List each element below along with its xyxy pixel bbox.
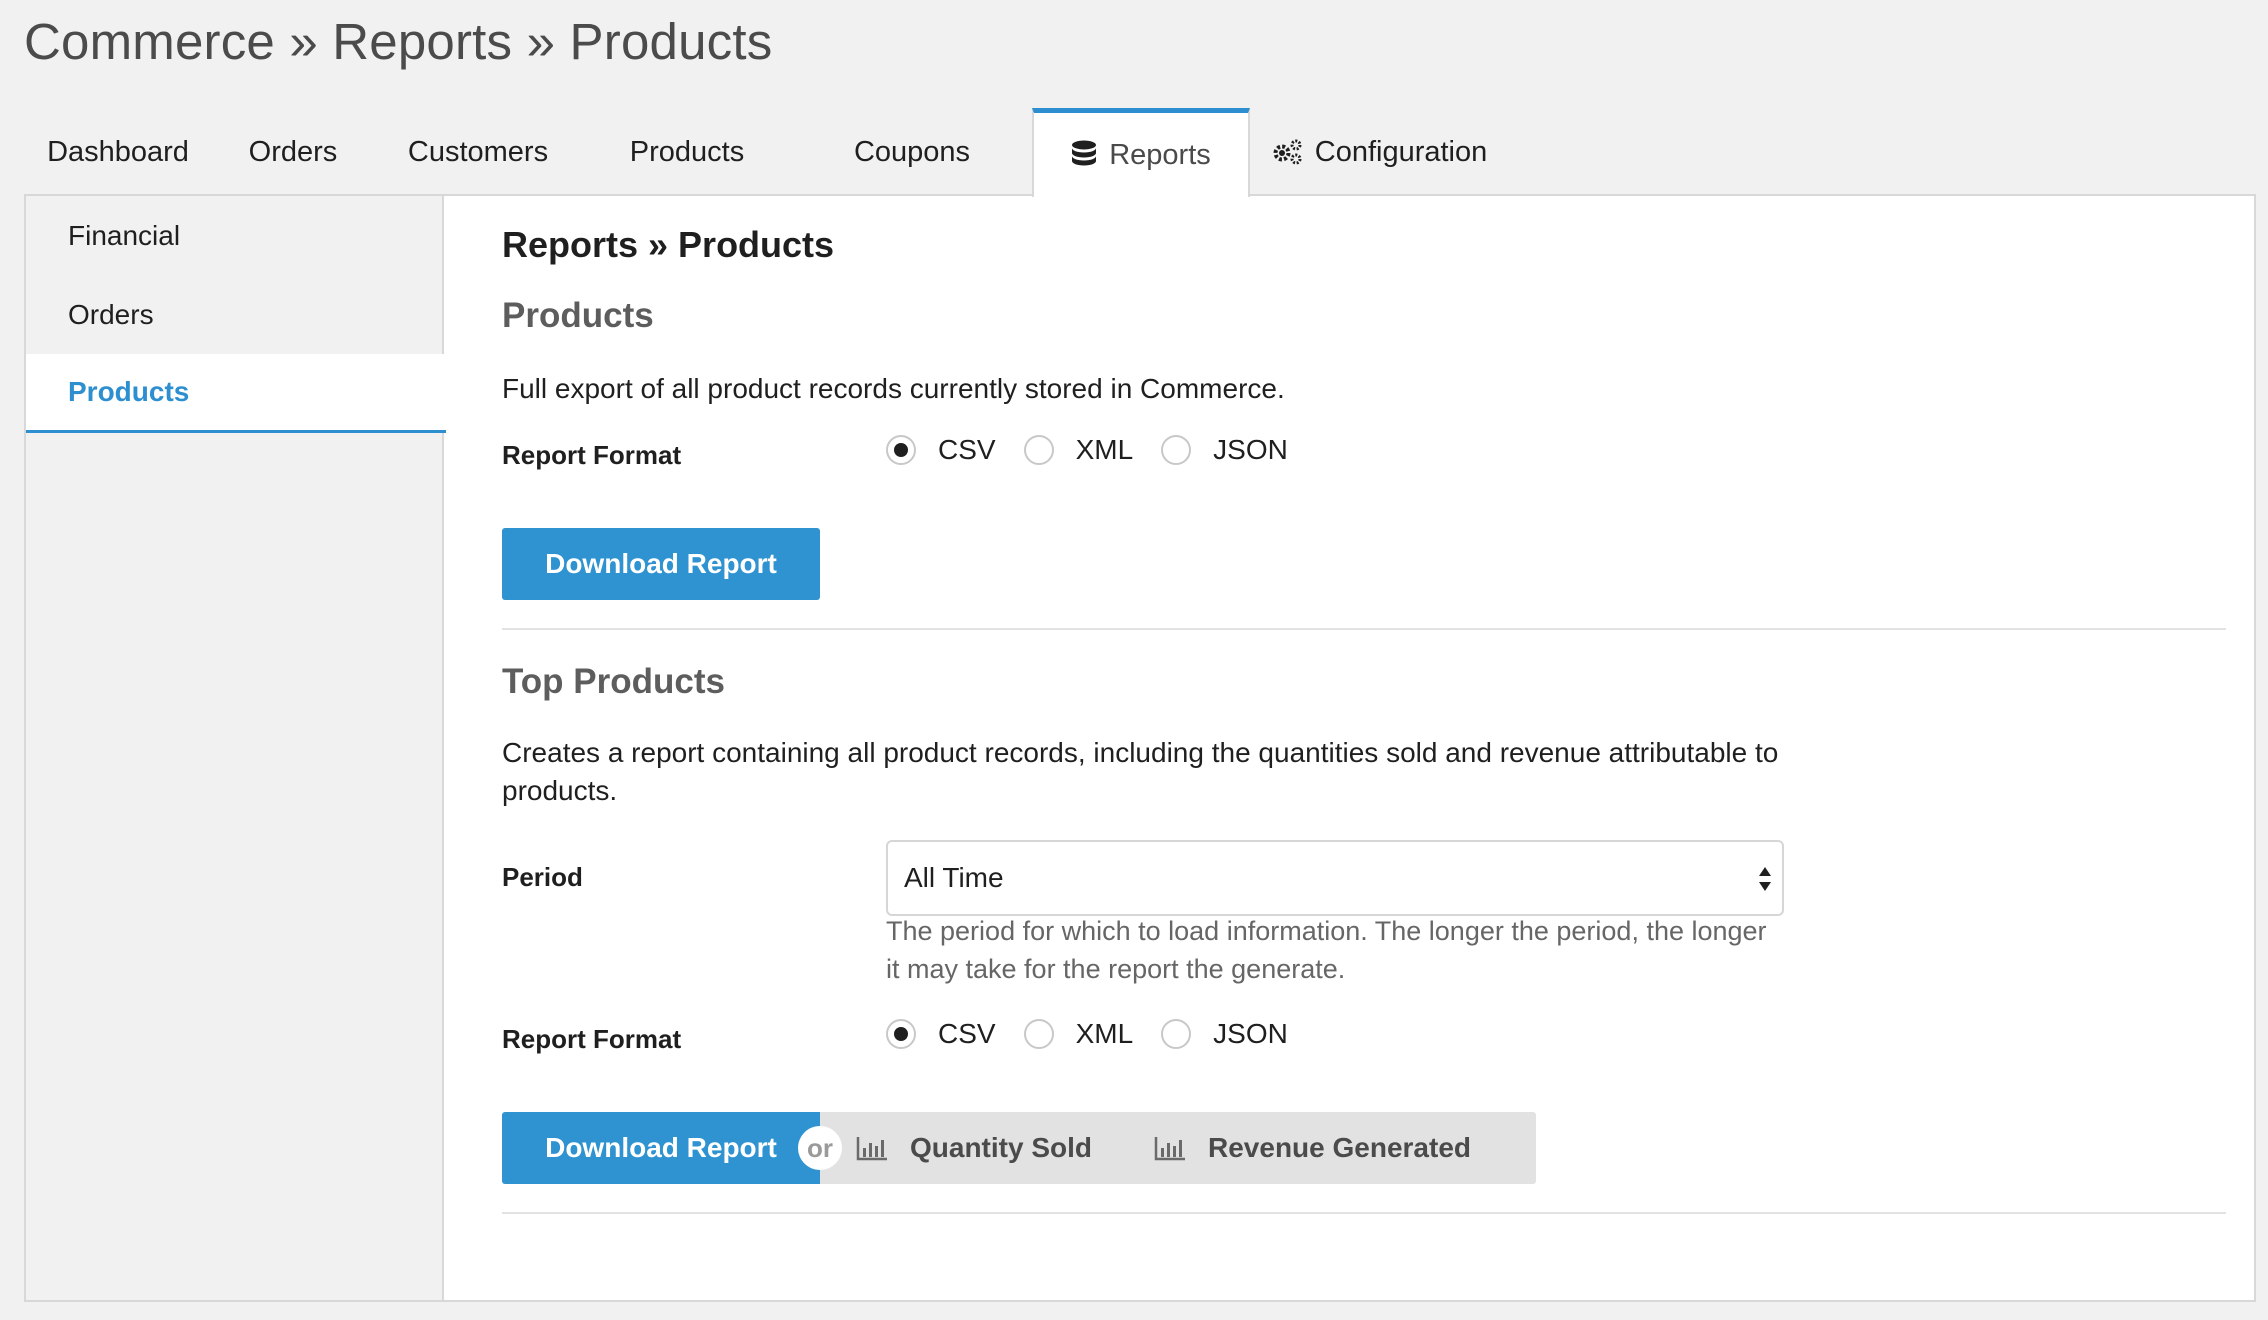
or-separator: or <box>798 1126 842 1170</box>
tab-coupons[interactable]: Coupons <box>792 108 1032 196</box>
radio-circle[interactable] <box>1161 1019 1192 1049</box>
top-products-section-description: Creates a report containing all product … <box>502 737 1779 806</box>
content-panel: Financial Orders Products Reports » Prod… <box>24 194 2256 1302</box>
radio-label: XML <box>1075 1018 1134 1049</box>
radio-circle[interactable] <box>886 1019 916 1049</box>
database-icon <box>1071 140 1097 170</box>
bar-chart-icon <box>856 1135 888 1161</box>
top-products-button-group: Download Report or Quantity Sold Revenue… <box>502 1112 1536 1184</box>
tab-customers[interactable]: Customers <box>374 108 582 196</box>
bar-chart-icon <box>1154 1135 1186 1161</box>
period-label: Period <box>502 862 583 892</box>
sidebar-item-label: Orders <box>68 298 154 330</box>
products-format-csv-radio[interactable]: CSV <box>886 434 996 466</box>
tab-orders[interactable]: Orders <box>212 108 374 196</box>
quantity-sold-label: Quantity Sold <box>910 1132 1092 1163</box>
breadcrumb: Reports » Products <box>502 224 835 265</box>
radio-label: JSON <box>1213 1018 1288 1049</box>
top-products-format-xml-radio[interactable]: XML <box>1023 1018 1134 1050</box>
tab-label: Dashboard <box>47 135 189 168</box>
period-select-value: All Time <box>904 862 1004 893</box>
top-products-format-radio-group: CSV XML JSON <box>886 1018 1316 1050</box>
page-title: Commerce » Reports » Products <box>24 13 773 70</box>
tab-label: Configuration <box>1314 135 1488 168</box>
revenue-generated-button[interactable]: Revenue Generated <box>1136 1112 1536 1184</box>
radio-label: JSON <box>1213 434 1288 465</box>
top-products-section-title: Top Products <box>502 662 725 701</box>
sidebar-item-products[interactable]: Products <box>26 354 446 433</box>
tab-products[interactable]: Products <box>582 108 792 196</box>
top-products-format-csv-radio[interactable]: CSV <box>886 1018 996 1050</box>
sidebar-item-label: Financial <box>68 219 181 251</box>
tab-label: Customers <box>407 135 549 168</box>
tab-label: Orders <box>248 135 338 168</box>
revenue-generated-label: Revenue Generated <box>1208 1132 1471 1163</box>
radio-label: CSV <box>938 1018 996 1049</box>
select-arrows-icon <box>1758 864 1772 901</box>
tab-dashboard[interactable]: Dashboard <box>24 108 212 196</box>
products-section-title: Products <box>502 296 654 335</box>
sidebar-item-orders[interactable]: Orders <box>26 275 442 354</box>
tab-reports[interactable]: Reports <box>1032 108 1250 197</box>
section-divider <box>502 1212 2226 1214</box>
top-products-format-json-radio[interactable]: JSON <box>1161 1018 1288 1050</box>
tab-label: Coupons <box>853 135 971 168</box>
main-nav-tabs: Dashboard Orders Customers Products Coup… <box>24 108 1508 197</box>
products-format-xml-radio[interactable]: XML <box>1023 434 1134 466</box>
sidebar-item-financial[interactable]: Financial <box>26 196 442 275</box>
period-select[interactable]: All Time <box>886 840 1784 916</box>
sidebar: Financial Orders Products <box>26 196 446 1300</box>
tab-label: Reports <box>1109 138 1211 171</box>
products-download-report-button[interactable]: Download Report <box>502 528 820 600</box>
sidebar-item-label: Products <box>68 376 190 407</box>
radio-circle[interactable] <box>1023 435 1054 465</box>
radio-label: XML <box>1075 434 1134 465</box>
top-products-format-label: Report Format <box>502 1024 682 1054</box>
products-format-json-radio[interactable]: JSON <box>1161 434 1288 466</box>
gears-icon <box>1271 138 1303 166</box>
top-products-download-report-button[interactable]: Download Report <box>502 1112 820 1184</box>
tab-label: Products <box>629 135 745 168</box>
period-help-text: The period for which to load information… <box>886 916 1767 984</box>
radio-label: CSV <box>938 434 996 465</box>
radio-circle[interactable] <box>1161 435 1192 465</box>
tab-configuration[interactable]: Configuration <box>1250 108 1508 196</box>
products-section-description: Full export of all product records curre… <box>502 373 1285 404</box>
quantity-sold-button[interactable]: Quantity Sold <box>820 1112 1136 1184</box>
products-format-label: Report Format <box>502 440 682 470</box>
radio-circle[interactable] <box>1023 1019 1054 1049</box>
section-divider <box>502 628 2226 630</box>
radio-circle[interactable] <box>886 435 916 465</box>
products-format-radio-group: CSV XML JSON <box>886 434 1316 466</box>
